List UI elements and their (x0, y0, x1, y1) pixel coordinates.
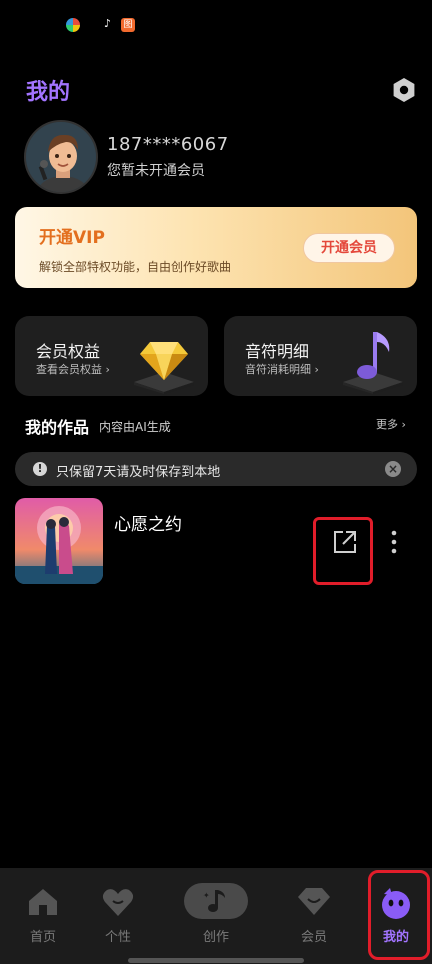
page-title: 我的 (26, 80, 71, 105)
member-benefits-title: 会员权益 (36, 342, 101, 361)
close-notice-icon[interactable]: × (385, 461, 401, 477)
music-note-trophy-icon (343, 332, 403, 394)
tiktok-icon: ♪ (104, 17, 112, 30)
avatar[interactable] (24, 120, 98, 194)
retention-notice: ! 只保留7天请及时保存到本地 × (15, 452, 417, 486)
nav-item-create[interactable]: ✦ 创作 (173, 868, 259, 964)
note-details-card[interactable]: 音符明细 音符消耗明细 › (224, 316, 417, 396)
more-works-link[interactable]: 更多 › (376, 416, 406, 432)
works-title: 我的作品 (25, 418, 90, 437)
nav-label-create: 创作 (202, 930, 229, 945)
song-title[interactable]: 心愿之约 (114, 510, 182, 535)
nav-label-personal: 个性 (104, 930, 131, 945)
nav-mine-highlight-box (368, 870, 430, 960)
member-benefits-subtitle: 查看会员权益 › (36, 363, 110, 376)
svg-text:✦: ✦ (203, 891, 210, 900)
works-ai-note: 内容由AI生成 (99, 420, 171, 434)
vip-title: 开通VIP (39, 228, 105, 248)
open-membership-button[interactable]: 开通会员 (303, 233, 395, 263)
nav-label-vip: 会员 (300, 930, 327, 945)
home-indicator[interactable] (128, 958, 304, 963)
app-notification-icon: 图 (121, 18, 135, 32)
home-icon (29, 889, 57, 915)
music-note-icon: ✦ (184, 883, 248, 919)
vip-description: 解锁全部特权功能，自由创作好歌曲 (39, 260, 232, 274)
avatar-illustration (26, 122, 96, 192)
member-status: 您暂未开通会员 (107, 163, 205, 179)
diamond-trophy-icon (134, 342, 194, 394)
song-cover-image[interactable] (15, 498, 103, 584)
status-bar: ♪ 图 (0, 0, 432, 50)
note-details-title: 音符明细 (245, 342, 310, 361)
nav-item-home[interactable]: 首页 (0, 868, 86, 964)
phone-number: 187****6067 (107, 134, 229, 155)
more-options-icon[interactable] (386, 529, 402, 555)
nav-item-personal[interactable]: 个性 (75, 868, 161, 964)
settings-hexagon-icon[interactable] (391, 77, 417, 103)
export-highlight-box (313, 517, 373, 585)
member-benefits-card[interactable]: 会员权益 查看会员权益 › (15, 316, 208, 396)
notice-text: 只保留7天请及时保存到本地 (56, 465, 221, 480)
song-cover-illustration (15, 498, 103, 584)
nav-label-home: 首页 (29, 930, 56, 945)
nav-item-vip[interactable]: 会员 (271, 868, 357, 964)
heart-face-icon (102, 889, 134, 916)
note-details-subtitle: 音符消耗明细 › (245, 363, 319, 376)
photos-app-icon (66, 18, 80, 32)
vip-banner[interactable]: 开通VIP 解锁全部特权功能，自由创作好歌曲 开通会员 (15, 207, 417, 288)
diamond-icon (298, 888, 330, 915)
warning-icon: ! (33, 462, 47, 476)
